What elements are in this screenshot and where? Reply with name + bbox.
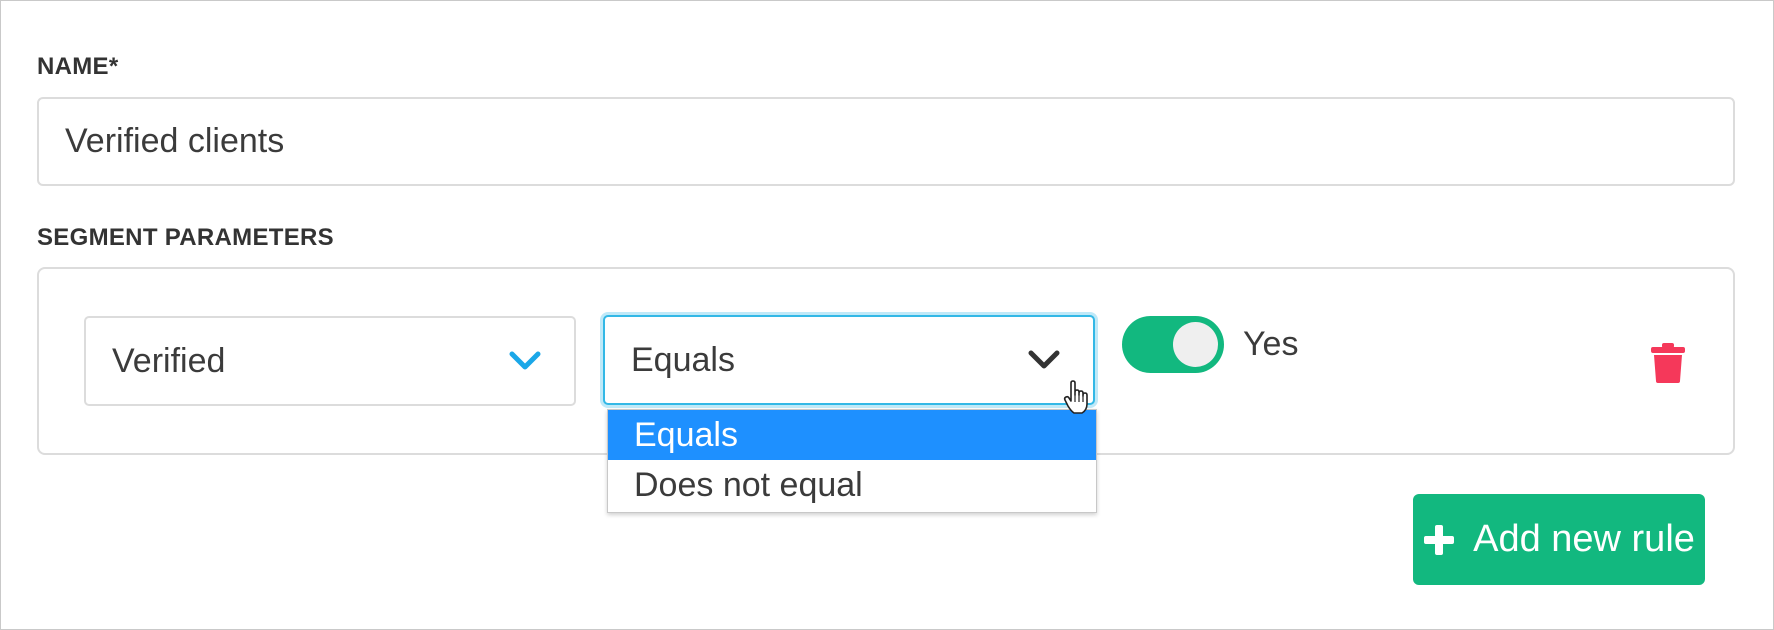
option-equals[interactable]: Equals xyxy=(608,410,1096,460)
name-label: NAME* xyxy=(37,53,119,80)
chevron-down-icon xyxy=(1028,350,1060,369)
segment-parameters-label: SEGMENT PARAMETERS xyxy=(37,224,334,251)
option-does-not-equal[interactable]: Does not equal xyxy=(608,460,1096,510)
chevron-down-icon xyxy=(509,351,541,370)
operator-dropdown-list: Equals Does not equal xyxy=(607,409,1097,513)
field-select-value: Verified xyxy=(112,341,226,380)
value-toggle-switch[interactable] xyxy=(1122,316,1224,373)
add-new-rule-button[interactable]: Add new rule xyxy=(1413,494,1705,585)
toggle-label: Yes xyxy=(1243,325,1299,363)
field-select[interactable]: Verified xyxy=(84,316,576,406)
toggle-knob xyxy=(1173,322,1218,367)
operator-select[interactable]: Equals xyxy=(603,315,1095,405)
plus-icon xyxy=(1424,524,1455,555)
hand-pointer-icon xyxy=(1063,380,1088,414)
operator-select-value: Equals xyxy=(631,340,735,379)
name-input[interactable] xyxy=(37,97,1735,186)
add-new-rule-label: Add new rule xyxy=(1473,518,1695,560)
trash-icon[interactable] xyxy=(1650,342,1686,384)
